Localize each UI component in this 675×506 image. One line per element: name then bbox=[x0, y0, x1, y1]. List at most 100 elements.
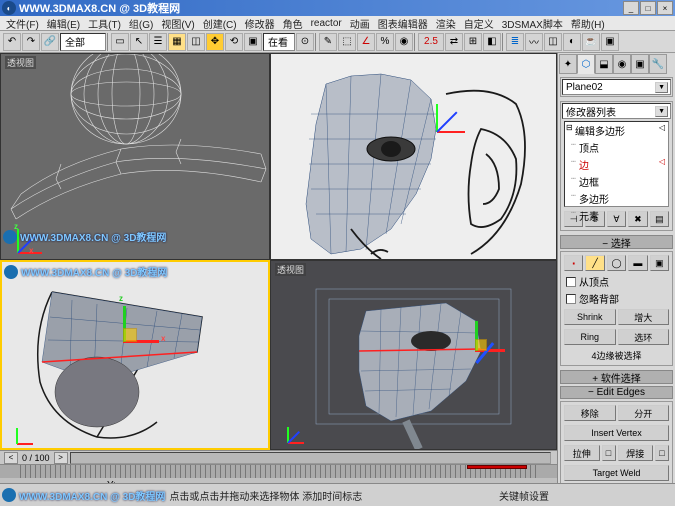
watermark: WWW.3DMAX8.CN @ 3D教程网 bbox=[4, 264, 167, 279]
array-button[interactable]: ⊞ bbox=[464, 33, 482, 51]
split-button[interactable]: 分开 bbox=[618, 405, 670, 421]
remove-button[interactable]: 移除 bbox=[564, 405, 616, 421]
selection-filter[interactable]: 全部 bbox=[60, 33, 106, 51]
by-vertex-check[interactable]: 从顶点 bbox=[562, 273, 671, 290]
menu-group[interactable]: 组(G) bbox=[126, 16, 156, 31]
minimize-button[interactable]: _ bbox=[623, 1, 639, 15]
tab-modify[interactable]: ⬡ bbox=[577, 54, 595, 74]
shrink-button[interactable]: Shrink bbox=[564, 309, 616, 325]
tab-hierarchy[interactable]: ⬓ bbox=[595, 54, 613, 74]
schematic[interactable]: ◫ bbox=[544, 33, 562, 51]
menu-customize[interactable]: 自定义 bbox=[461, 16, 497, 31]
menu-file[interactable]: 文件(F) bbox=[3, 16, 42, 31]
viewport-bottom-right[interactable]: 透视图 bbox=[270, 260, 557, 450]
viewport-area: 透视图 bbox=[0, 53, 557, 483]
time-slider[interactable]: < 0 / 100 > bbox=[0, 450, 557, 464]
menu-character[interactable]: 角色 bbox=[280, 16, 306, 31]
quick-render[interactable]: ▣ bbox=[601, 33, 619, 51]
viewport-top-right[interactable] bbox=[270, 53, 557, 260]
rollout-selection[interactable]: − 选择 bbox=[560, 235, 673, 249]
so-poly[interactable]: ▬ bbox=[628, 255, 647, 271]
insert-vertex-button[interactable]: Insert Vertex bbox=[564, 425, 669, 441]
target-weld-button[interactable]: Target Weld bbox=[564, 465, 669, 481]
select-button[interactable]: ▭ bbox=[111, 33, 129, 51]
spinner-snap[interactable]: ◉ bbox=[395, 33, 413, 51]
so-element[interactable]: ▣ bbox=[650, 255, 669, 271]
rollout-softsel[interactable]: + 软件选择 bbox=[560, 370, 673, 384]
so-edge[interactable]: ╱ bbox=[585, 255, 604, 271]
ring-button[interactable]: Ring bbox=[564, 329, 616, 345]
snap-2d[interactable]: ⬚ bbox=[338, 33, 356, 51]
so-vertex[interactable]: ⬝ bbox=[564, 255, 583, 271]
track-bar[interactable] bbox=[0, 464, 557, 478]
separator bbox=[107, 33, 110, 51]
ignore-back-check[interactable]: 忽略背部 bbox=[562, 290, 671, 307]
stack-vertex[interactable]: 顶点 bbox=[565, 139, 668, 156]
object-name[interactable]: Plane02 bbox=[562, 79, 671, 95]
select-name[interactable]: ☰ bbox=[149, 33, 167, 51]
weld-button[interactable]: 焊接 bbox=[618, 445, 654, 461]
menu-help[interactable]: 帮助(H) bbox=[568, 16, 608, 31]
so-border[interactable]: ◯ bbox=[607, 255, 626, 271]
mirror-button[interactable]: ⇄ bbox=[445, 33, 463, 51]
undo-button[interactable]: ↶ bbox=[3, 33, 21, 51]
loop-button[interactable]: 选环 bbox=[618, 329, 670, 345]
menu-graph[interactable]: 图表编辑器 bbox=[375, 16, 431, 31]
render-scene[interactable]: ☕ bbox=[582, 33, 600, 51]
named-sel[interactable]: 2.5 bbox=[418, 33, 444, 51]
weld-settings[interactable]: □ bbox=[655, 445, 669, 461]
menu-reactor[interactable]: reactor bbox=[308, 18, 345, 29]
titlebar: ◐ WWW.3DMAX8.CN @ 3D教程网 _ □ × bbox=[0, 0, 675, 16]
modifier-list[interactable]: 修改器列表 bbox=[562, 103, 671, 119]
stack-element[interactable]: 元素 bbox=[565, 207, 668, 224]
stack-border[interactable]: 边框 bbox=[565, 173, 668, 190]
layers-button[interactable]: ≣ bbox=[506, 33, 524, 51]
stack-edge[interactable]: ◁边 bbox=[565, 156, 668, 173]
scale-button[interactable]: ▣ bbox=[244, 33, 262, 51]
link-button[interactable]: 🔗 bbox=[41, 33, 59, 51]
stack-polygon[interactable]: 多边形 bbox=[565, 190, 668, 207]
extrude-settings[interactable]: □ bbox=[602, 445, 616, 461]
tab-motion[interactable]: ◉ bbox=[613, 54, 631, 74]
track-range[interactable] bbox=[467, 465, 527, 469]
time-next[interactable]: > bbox=[54, 452, 68, 464]
menu-modifier[interactable]: 修改器 bbox=[242, 16, 278, 31]
viewport-bottom-left[interactable]: WWW.3DMAX8.CN @ 3D教程网 bbox=[0, 260, 270, 450]
tab-display[interactable]: ▣ bbox=[631, 54, 649, 74]
stack-header[interactable]: ◁编辑多边形 bbox=[565, 122, 668, 139]
time-prev[interactable]: < bbox=[4, 452, 18, 464]
menu-create[interactable]: 创建(C) bbox=[200, 16, 240, 31]
separator bbox=[502, 33, 505, 51]
center-button[interactable]: ⊙ bbox=[296, 33, 314, 51]
modifier-stack[interactable]: ◁编辑多边形 顶点 ◁边 边框 多边形 元素 bbox=[564, 121, 669, 207]
menu-view[interactable]: 视图(V) bbox=[158, 16, 197, 31]
tab-utilities[interactable]: 🔧 bbox=[649, 54, 667, 74]
snap-percent[interactable]: % bbox=[376, 33, 394, 51]
tab-create[interactable]: ✦ bbox=[559, 54, 577, 74]
menu-animation[interactable]: 动画 bbox=[347, 16, 373, 31]
move-button[interactable]: ✥ bbox=[206, 33, 224, 51]
menu-render[interactable]: 渲染 bbox=[433, 16, 459, 31]
rotate-button[interactable]: ⟲ bbox=[225, 33, 243, 51]
align-button[interactable]: ◧ bbox=[483, 33, 501, 51]
manip-button[interactable]: ✎ bbox=[319, 33, 337, 51]
time-track[interactable] bbox=[70, 452, 551, 464]
menu-tools[interactable]: 工具(T) bbox=[85, 16, 124, 31]
mat-editor[interactable]: ◐ bbox=[563, 33, 581, 51]
window-crossing[interactable]: ◫ bbox=[187, 33, 205, 51]
close-button[interactable]: × bbox=[657, 1, 673, 15]
ref-coord[interactable]: 在看 bbox=[263, 33, 295, 51]
extrude-button[interactable]: 拉伸 bbox=[564, 445, 600, 461]
select-arrow[interactable]: ↖ bbox=[130, 33, 148, 51]
menu-edit[interactable]: 编辑(E) bbox=[44, 16, 83, 31]
key-settings[interactable]: 关键帧设置 bbox=[493, 488, 555, 503]
menu-script[interactable]: 3DSMAX脚本 bbox=[499, 16, 566, 31]
rollout-editedges[interactable]: − Edit Edges bbox=[560, 386, 673, 399]
region-select[interactable]: ▦ bbox=[168, 33, 186, 51]
curve-editor[interactable]: 〰 bbox=[525, 33, 543, 51]
redo-button[interactable]: ↷ bbox=[22, 33, 40, 51]
maximize-button[interactable]: □ bbox=[640, 1, 656, 15]
window-title: WWW.3DMAX8.CN @ 3D教程网 bbox=[19, 0, 180, 16]
snap-angle[interactable]: ∠ bbox=[357, 33, 375, 51]
grow-button[interactable]: 增大 bbox=[618, 309, 670, 325]
